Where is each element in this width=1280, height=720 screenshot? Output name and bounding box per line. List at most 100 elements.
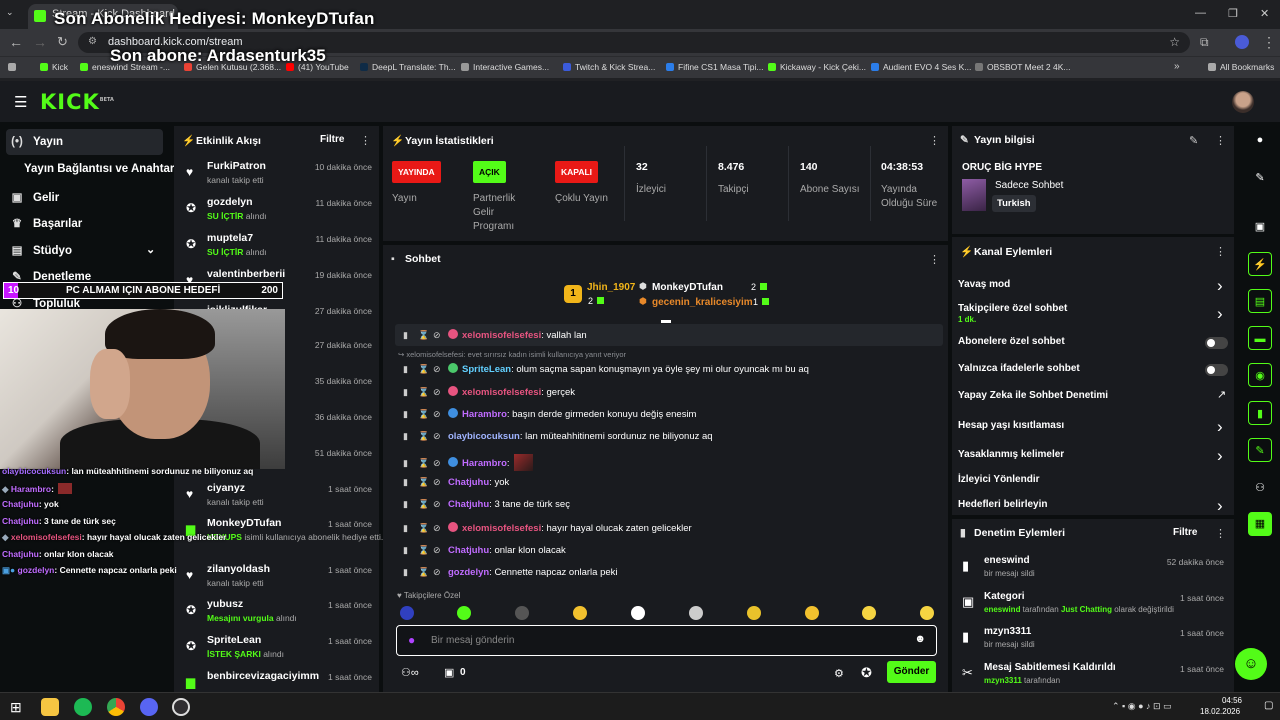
chat-message[interactable]: ▮ ⌛ ⊘ Chatjuhu: 3 tane de türk seç <box>403 499 570 517</box>
channel-action-abonelere-zel-sohbet[interactable]: Abonelere özel sohbet <box>958 336 1065 347</box>
delete-message-icon[interactable]: ▮ <box>403 364 418 375</box>
obs-icon[interactable] <box>172 698 190 716</box>
emote-icon[interactable] <box>457 606 471 620</box>
event-username[interactable]: SpriteLean <box>207 634 261 646</box>
chevron-right-icon[interactable]: › <box>1217 446 1223 466</box>
mod-username[interactable]: eneswind <box>984 605 1020 614</box>
event-username[interactable]: zilanyoldash <box>207 563 270 575</box>
channel-action-yapay-zeka-ile-sohbet-denetimi[interactable]: Yapay Zeka ile Sohbet Denetimi <box>958 390 1108 401</box>
ban-icon[interactable]: ⊘ <box>433 364 448 375</box>
external-link-icon[interactable]: ↗ <box>1217 388 1226 401</box>
ban-icon[interactable]: ⊘ <box>433 545 448 556</box>
info-icon[interactable]: ● <box>1248 128 1272 152</box>
notifications-icon[interactable]: ▢ <box>1264 700 1273 711</box>
bookmark-star-icon[interactable]: ☆ <box>1169 35 1180 49</box>
event-username[interactable]: MonkeyDTufan <box>207 517 281 529</box>
delete-message-icon[interactable]: ▮ <box>403 409 418 420</box>
bookmark-item[interactable]: DeepL Translate: Th... <box>360 62 456 72</box>
channel-actions-menu-icon[interactable]: ⋮ <box>1215 245 1226 258</box>
chat-message[interactable]: ▮ ⌛ ⊘ Harambro: başın derde girmeden konuyu… <box>403 408 696 426</box>
maximize-icon[interactable]: ❐ <box>1228 7 1238 20</box>
event-username[interactable]: gozdelyn <box>207 196 253 208</box>
sidebar-item-yayin[interactable]: (•) Yayın <box>10 136 63 148</box>
delete-message-icon[interactable]: ▮ <box>403 477 418 488</box>
chat-message[interactable]: ▮ ⌛ ⊘ olaybicocuksun: lan müteahhitinemi so… <box>403 431 713 449</box>
channel-action-yava-mod[interactable]: Yavaş mod <box>958 279 1010 290</box>
close-window-icon[interactable]: ✕ <box>1260 7 1269 20</box>
sidebar-item-basarilar[interactable]: ♛ Başarılar <box>10 216 82 230</box>
emote-icon[interactable] <box>862 606 876 620</box>
delete-message-icon[interactable]: ▮ <box>403 567 418 578</box>
clapperboard-icon[interactable]: ▦ <box>1248 512 1272 536</box>
bookmark-item[interactable]: Kick <box>40 62 68 72</box>
ban-icon[interactable]: ⊘ <box>433 387 448 398</box>
timeout-icon[interactable]: ⌛ <box>418 523 433 534</box>
ban-icon[interactable]: ⊘ <box>433 330 448 341</box>
chat-message[interactable]: ▮ ⌛ ⊘ SpriteLean: olum saçma sapan konuşmay… <box>403 363 809 381</box>
chat-icon[interactable]: ▬ <box>1248 326 1272 350</box>
bookmark-item[interactable]: Kickaway - Kick Çeki... <box>768 62 866 72</box>
windows-start-icon[interactable]: ⊞ <box>10 699 22 716</box>
ban-icon[interactable]: ⊘ <box>433 431 448 442</box>
channel-action-hesap-ya-k-s-tlamas-[interactable]: Hesap yaşı kısıtlaması <box>958 420 1064 431</box>
chat-message[interactable]: ▮ ⌛ ⊘ Chatjuhu: onlar klon olacak <box>403 545 566 563</box>
back-icon[interactable]: ← <box>9 35 23 49</box>
microphone-icon[interactable]: ● <box>408 633 415 647</box>
chat-username[interactable]: gozdelyn <box>448 567 489 578</box>
clock-time[interactable]: 04:56 <box>1212 696 1242 705</box>
chat-message[interactable]: ▮ ⌛ ⊘ Chatjuhu: yok <box>403 477 509 495</box>
timeout-icon[interactable]: ⌛ <box>418 364 433 375</box>
event-username[interactable]: ciyanyz <box>207 482 245 494</box>
stream-info-menu-icon[interactable]: ⋮ <box>1215 134 1226 147</box>
chat-username[interactable]: olaybicocuksun <box>448 431 520 442</box>
timeout-icon[interactable]: ⌛ <box>418 567 433 578</box>
mod-username[interactable]: mzyn3311 <box>984 676 1022 685</box>
community-icon[interactable]: ⚇ <box>1248 476 1272 500</box>
edit-icon[interactable]: ✎ <box>1248 166 1272 190</box>
top-gifter-name[interactable]: Jhin_1907 <box>587 282 635 293</box>
delete-message-icon[interactable]: ▮ <box>403 387 418 398</box>
event-username[interactable]: FurkiPatron <box>207 160 266 172</box>
support-chat-icon[interactable]: ☺ <box>1235 648 1267 680</box>
chat-menu-icon[interactable]: ⋮ <box>929 253 940 266</box>
stats-menu-icon[interactable]: ⋮ <box>929 134 940 147</box>
kick-logo[interactable]: KICKBETA <box>40 90 114 114</box>
broadcast-icon[interactable]: ◉ <box>1248 363 1272 387</box>
delete-message-icon[interactable]: ▮ <box>403 458 418 469</box>
event-username[interactable]: benbircevizagaciyimm <box>207 670 319 682</box>
emote-icon[interactable] <box>631 606 645 620</box>
delete-message-icon[interactable]: ▮ <box>403 545 418 556</box>
emote-icon[interactable] <box>920 606 934 620</box>
emote-icon[interactable] <box>747 606 761 620</box>
sidebar-item-studyo[interactable]: ▤ Stüdyo ⌄ <box>10 243 156 257</box>
sidebar-item-denetleme[interactable]: ✎ Denetleme <box>10 269 91 283</box>
chest-icon[interactable]: ▣ <box>444 666 454 679</box>
apps-icon[interactable] <box>8 62 20 73</box>
delete-message-icon[interactable]: ▮ <box>403 523 418 534</box>
top-gifter-name[interactable]: gecenin_kralicesiyim <box>652 297 753 308</box>
chat-username[interactable]: Chatjuhu <box>448 477 489 488</box>
document-icon[interactable]: ▤ <box>1248 289 1272 313</box>
toggle-switch[interactable] <box>1205 364 1228 376</box>
delete-message-icon[interactable]: ▮ <box>403 431 418 442</box>
chat-settings-icon[interactable]: ⚙ <box>834 667 844 680</box>
chat-username[interactable]: xelomisofelsefesi <box>462 330 541 341</box>
discord-icon[interactable] <box>140 698 158 716</box>
emote-icon[interactable] <box>400 606 414 620</box>
chevron-right-icon[interactable]: › <box>1217 304 1223 324</box>
toggle-switch[interactable] <box>1205 337 1228 349</box>
file-explorer-icon[interactable] <box>41 698 59 716</box>
lightning-icon[interactable]: ⚡ <box>1248 252 1272 276</box>
channel-action-hedefleri-belirleyin[interactable]: Hedefleri belirleyin <box>958 499 1047 510</box>
clock-date[interactable]: 18.02.2026 <box>1200 707 1240 716</box>
timeout-icon[interactable]: ⌛ <box>418 458 433 469</box>
emoji-picker-icon[interactable]: ☻ <box>914 633 926 645</box>
emote-icon[interactable] <box>805 606 819 620</box>
channel-action-yasaklanm-kelimeler[interactable]: Yasaklanmış kelimeler <box>958 449 1064 460</box>
trash-icon[interactable]: ▮ <box>1248 401 1272 425</box>
channel-action-i-zleyici-y-nlendir[interactable]: İzleyici Yönlendir <box>958 474 1040 485</box>
channel-action-takip-ilere-zel-sohbet[interactable]: Takipçilere özel sohbet 1 dk. <box>958 303 1067 324</box>
forward-icon[interactable]: → <box>33 35 47 49</box>
site-info-icon[interactable]: ⚙ <box>88 36 97 47</box>
spotify-icon[interactable] <box>74 698 92 716</box>
